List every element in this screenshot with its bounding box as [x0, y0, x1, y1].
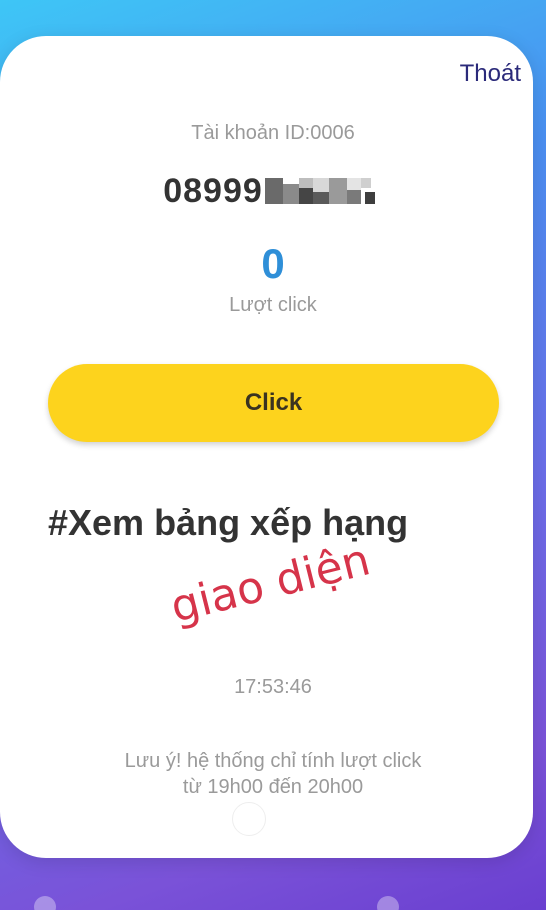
logout-link[interactable]: Thoát: [460, 60, 521, 88]
annotation-overlay-text: giao diện: [165, 534, 376, 633]
note-line-1: Lưu ý! hệ thống chỉ tính lượt click: [124, 750, 422, 772]
phone-number: 08999: [0, 172, 546, 211]
home-indicator[interactable]: [232, 802, 266, 836]
click-count: 0: [261, 240, 285, 287]
background-dot: [34, 896, 56, 910]
click-count-label: Lượt click: [229, 294, 317, 316]
phone-mask-pixelation: [264, 174, 383, 206]
main-card: Thoát Tài khoản ID:0006 08999 0 Lượt cli…: [0, 36, 533, 858]
account-id-label: Tài khoản ID:0006: [191, 122, 355, 144]
clock-time: 17:53:46: [234, 676, 312, 698]
note-text: Lưu ý! hệ thống chỉ tính lượt click từ 1…: [0, 748, 546, 800]
phone-prefix: 08999: [163, 172, 263, 210]
background-dot: [377, 896, 399, 910]
click-button[interactable]: Click: [48, 364, 499, 442]
note-line-2: từ 19h00 đến 20h00: [182, 776, 364, 798]
